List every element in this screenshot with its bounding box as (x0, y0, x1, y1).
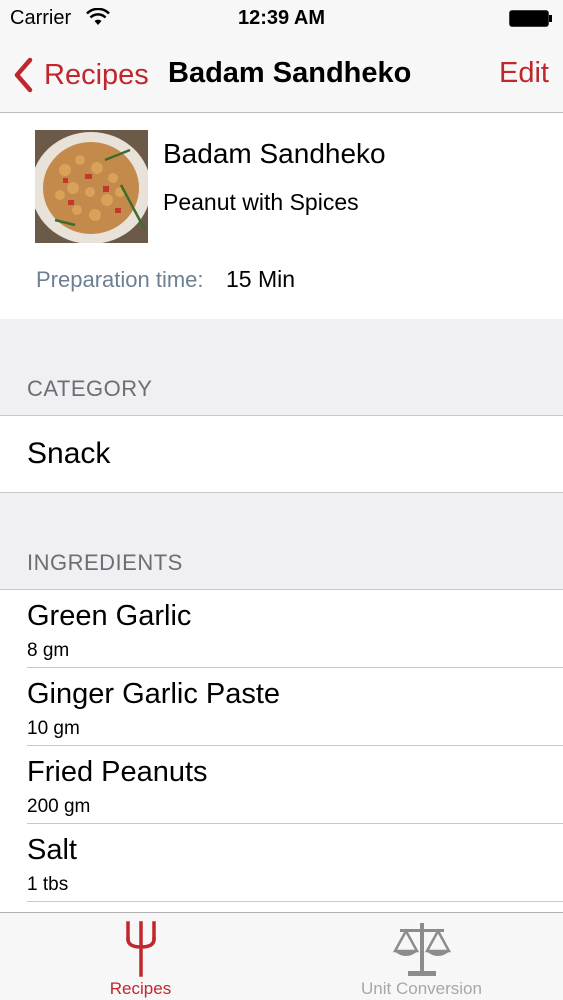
recipe-header: Badam Sandheko Peanut with Spices Prepar… (0, 113, 563, 319)
list-item[interactable]: Green Garlic 8 gm (0, 590, 563, 668)
list-item[interactable]: Ginger Garlic Paste 10 gm (0, 668, 563, 746)
ingredient-quantity: 200 gm (27, 796, 91, 817)
battery-icon (509, 10, 552, 27)
tab-label: Recipes (109, 979, 172, 998)
back-button[interactable]: Recipes (12, 55, 149, 95)
recipe-name: Badam Sandheko (163, 138, 386, 169)
ingredient-name: Ginger Garlic Paste (27, 678, 281, 710)
category-header: CATEGORY (27, 376, 153, 401)
ingredients-list: Green Garlic 8 gm Ginger Garlic Paste 10… (0, 589, 563, 922)
ingredients-header: INGREDIENTS (27, 550, 183, 575)
edit-button[interactable]: Edit (499, 57, 549, 90)
scale-icon (392, 923, 451, 976)
status-bar: Carrier 12:39 AM (0, 0, 563, 36)
recipe-photo (35, 130, 148, 243)
tab-recipes[interactable]: Recipes (0, 913, 281, 1000)
list-item[interactable]: Fried Peanuts 200 gm (0, 746, 563, 824)
chevron-left-icon (14, 57, 33, 93)
recipe-subtitle: Peanut with Spices (163, 189, 359, 215)
ingredient-quantity: 10 gm (27, 718, 80, 739)
tab-bar: Recipes Unit Conversion (0, 912, 563, 1000)
ingredient-quantity: 8 gm (27, 640, 70, 661)
back-label: Recipes (44, 58, 149, 91)
prep-time-label: Preparation time: (36, 267, 204, 292)
ingredient-name: Fried Peanuts (27, 756, 208, 788)
prep-time-value: 15 Min (226, 266, 296, 292)
page-title: Badam Sandheko (168, 57, 412, 89)
category-cell[interactable]: Snack (0, 415, 563, 493)
ingredient-name: Green Garlic (27, 600, 192, 632)
ingredient-quantity: 1 tbs (27, 874, 69, 895)
tab-label: Unit Conversion (361, 979, 482, 998)
status-time: 12:39 AM (237, 7, 326, 29)
fork-icon (125, 921, 156, 977)
navigation-bar: Recipes Badam Sandheko Edit (0, 36, 563, 113)
list-item[interactable]: Salt 1 tbs (0, 824, 563, 902)
tab-unit-conversion[interactable]: Unit Conversion (281, 913, 562, 1000)
category-value: Snack (27, 437, 111, 470)
ingredient-name: Salt (27, 834, 77, 866)
